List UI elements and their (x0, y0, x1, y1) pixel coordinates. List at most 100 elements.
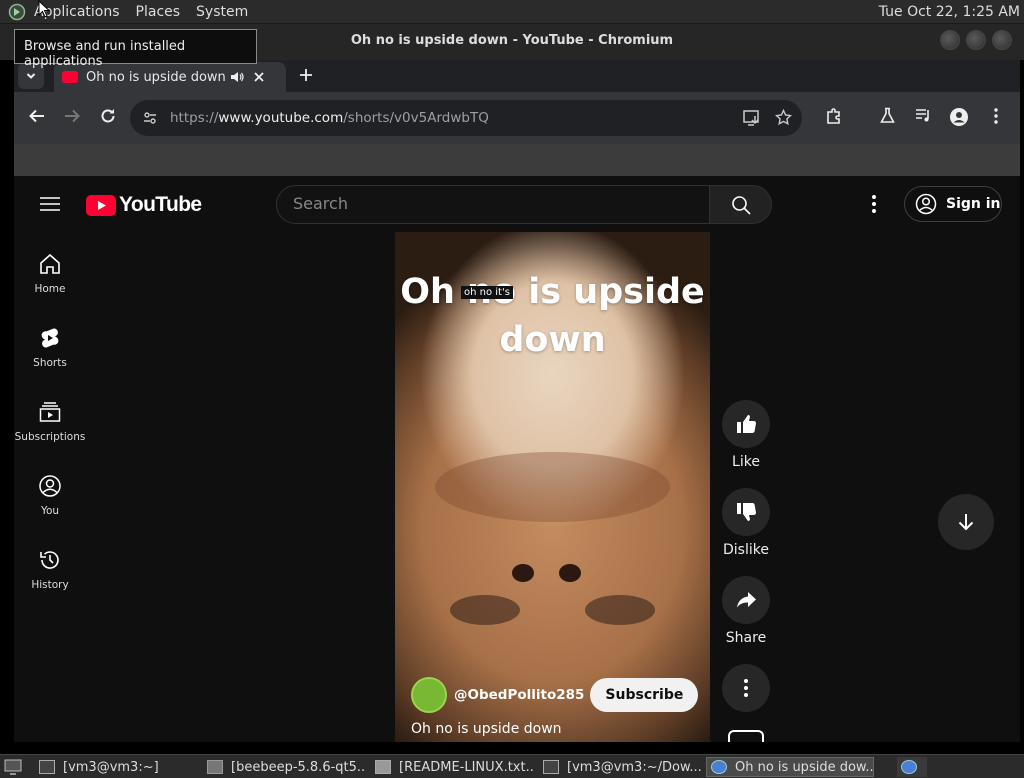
minimize-button[interactable] (940, 30, 960, 50)
subscriptions-icon (39, 402, 61, 422)
taskbar-item-label: [vm3@vm3:~/Dow... (567, 759, 702, 775)
short-video-player[interactable]: Oh no is upside down oh no it's @ObedPol… (395, 232, 710, 742)
site-info-icon[interactable] (143, 111, 157, 125)
taskbar-item-terminal-2[interactable]: [vm3@vm3:~/Dow... (539, 757, 702, 777)
forward-arrow-icon (65, 109, 80, 123)
channel-avatar[interactable] (411, 677, 447, 713)
nav-shorts-label: Shorts (33, 357, 67, 369)
nav-you-label: You (40, 505, 60, 517)
taskbar-item-label: [README-LINUX.txt... (399, 759, 534, 775)
nav-shorts[interactable]: Shorts (14, 326, 86, 369)
taskbar-item-folder[interactable]: [beebeep-5.8.6-qt5... (203, 757, 366, 777)
browser-menu-icon[interactable] (988, 107, 1004, 125)
nav-history[interactable]: History (14, 548, 86, 591)
more-actions-button[interactable] (722, 664, 770, 718)
mouse-cursor-icon (38, 0, 50, 18)
youtube-play-logo-icon (86, 194, 116, 216)
url-scheme: https:// (170, 110, 219, 126)
video-caption: oh no it's (461, 286, 513, 299)
install-app-icon[interactable] (743, 110, 761, 126)
url-path: /shorts/v0v5ArdwbTQ (343, 110, 489, 126)
video-frame-detail (450, 595, 520, 625)
next-short-button[interactable] (938, 494, 994, 550)
nav-subscriptions[interactable]: Subscriptions (14, 400, 86, 443)
like-button[interactable]: Like (722, 400, 770, 470)
account-circle-icon (915, 193, 937, 215)
maximize-button[interactable] (966, 30, 986, 50)
dislike-label: Dislike (723, 542, 769, 558)
folder-icon (207, 760, 223, 774)
address-bar[interactable]: https://www.youtube.com/shorts/v0v5Ardwb… (130, 100, 802, 136)
chromium-icon (711, 760, 727, 774)
video-frame-face-shading (435, 452, 670, 522)
video-frame-detail (559, 564, 581, 582)
show-desktop-button[interactable] (0, 757, 28, 777)
channel-name[interactable]: @ObedPollito285 (454, 687, 584, 703)
share-arrow-icon (737, 592, 756, 608)
search-button[interactable] (710, 185, 772, 224)
subscribe-button[interactable]: Subscribe (590, 678, 699, 712)
browser-toolbar: https://www.youtube.com/shorts/v0v5Ardwb… (14, 92, 1020, 144)
thumbs-up-icon (737, 415, 757, 433)
taskbar-item-chromium[interactable]: Oh no is upside dow... (706, 757, 874, 777)
sign-in-label: Sign in (946, 196, 1001, 212)
profile-icon[interactable] (949, 107, 969, 127)
youtube-logo[interactable]: YouTube (86, 193, 202, 217)
share-button[interactable]: Share (722, 576, 770, 646)
forward-button[interactable] (63, 107, 81, 125)
url-text[interactable]: https://www.youtube.com/shorts/v0v5Ardwb… (170, 110, 489, 126)
bookmark-star-icon[interactable] (775, 109, 792, 126)
nav-you[interactable]: You (14, 474, 86, 517)
tab-title: Oh no is upside down - YouTube (86, 69, 226, 85)
terminal-icon (543, 760, 559, 774)
taskbar-item-label: [vm3@vm3:~] (63, 759, 159, 775)
tab-strip: Oh no is upside down - YouTube (14, 60, 1020, 92)
reload-icon (101, 109, 115, 123)
back-button[interactable] (28, 107, 46, 125)
sign-in-button[interactable]: Sign in (904, 186, 1002, 222)
like-label: Like (732, 454, 760, 470)
labs-flask-icon[interactable] (879, 107, 896, 124)
text-editor-icon (375, 760, 391, 774)
nav-home[interactable]: Home (14, 252, 86, 295)
distro-logo-icon[interactable] (8, 3, 26, 21)
youtube-favicon-icon (62, 71, 78, 83)
dislike-button[interactable]: Dislike (722, 488, 770, 558)
thumbs-down-icon (737, 503, 757, 521)
youtube-page: YouTube Search Sign in Home Shorts Subsc… (14, 176, 1020, 742)
shorts-icon (41, 328, 59, 348)
search-icon (731, 195, 751, 215)
close-window-button[interactable] (992, 30, 1012, 50)
reload-button[interactable] (99, 107, 117, 125)
new-tab-button[interactable] (297, 66, 315, 84)
search-input[interactable]: Search (276, 185, 710, 224)
hamburger-icon (40, 197, 60, 211)
remix-button[interactable] (728, 730, 764, 742)
guide-menu-button[interactable] (40, 196, 60, 212)
menu-places[interactable]: Places (136, 4, 181, 20)
extensions-icon[interactable] (825, 107, 843, 125)
taskbar-item-label: [beebeep-5.8.6-qt5... (231, 759, 366, 775)
menu-system[interactable]: System (196, 4, 248, 20)
speaker-icon[interactable] (230, 70, 244, 84)
close-tab-icon[interactable] (254, 72, 264, 82)
chevron-down-icon (26, 73, 36, 79)
terminal-icon (39, 760, 55, 774)
url-domain: www.youtube.com (218, 110, 344, 126)
desktop-icon (4, 759, 22, 775)
clock[interactable]: Tue Oct 22, 1:25 AM (879, 4, 1020, 20)
short-description[interactable]: Oh no is upside down (411, 721, 562, 737)
media-controls-icon[interactable] (915, 107, 932, 124)
taskbar-item-text-editor[interactable]: [README-LINUX.txt... (371, 757, 534, 777)
chromium-icon (901, 760, 917, 774)
nav-history-label: History (31, 579, 69, 591)
taskbar-item-terminal-1[interactable]: [vm3@vm3:~] (35, 757, 197, 777)
workspace-switcher[interactable] (897, 757, 927, 777)
video-frame-detail (512, 564, 534, 582)
more-vert-icon (744, 679, 748, 697)
arrow-down-icon (958, 514, 974, 531)
browser-infobar-area (14, 144, 1020, 176)
nav-subscriptions-label: Subscriptions (14, 431, 86, 443)
settings-menu-icon[interactable] (866, 194, 882, 214)
back-arrow-icon (29, 109, 44, 123)
